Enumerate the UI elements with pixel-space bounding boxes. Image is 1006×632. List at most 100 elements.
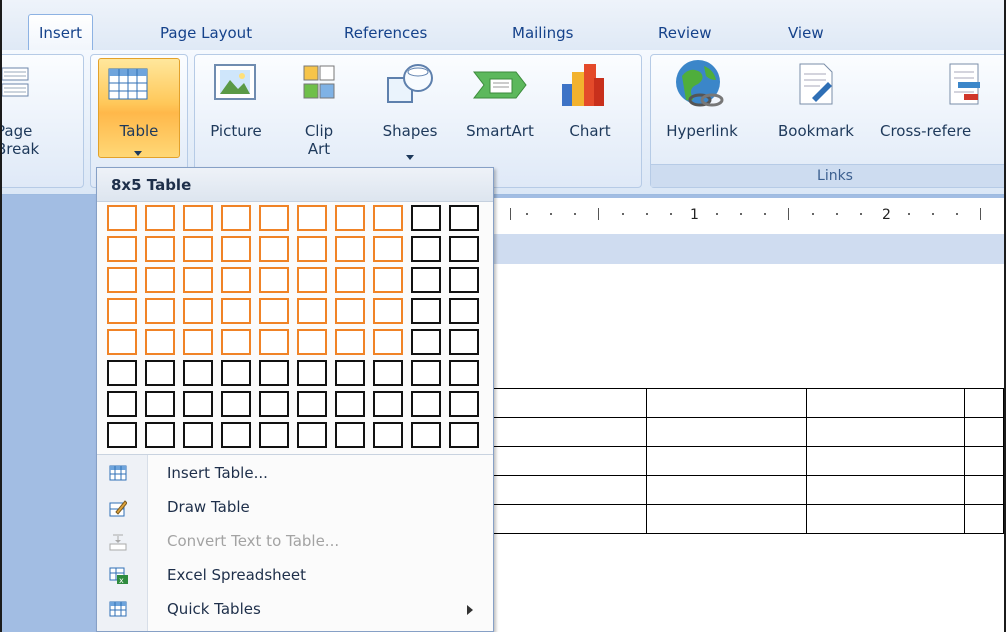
- bookmark-button[interactable]: Bookmark: [768, 122, 864, 140]
- grid-cell[interactable]: [449, 329, 479, 355]
- grid-cell[interactable]: [259, 360, 289, 386]
- grid-cell[interactable]: [411, 391, 441, 417]
- grid-cell[interactable]: [183, 360, 213, 386]
- grid-cell[interactable]: [297, 298, 327, 324]
- table-cell[interactable]: [964, 417, 1004, 447]
- tab-insert[interactable]: Insert: [28, 14, 94, 52]
- grid-cell[interactable]: [411, 298, 441, 324]
- grid-cell[interactable]: [449, 422, 479, 448]
- table-cell[interactable]: [964, 446, 1004, 476]
- tab-references[interactable]: References: [344, 23, 427, 43]
- table-cell[interactable]: [480, 388, 647, 418]
- table-size-grid[interactable]: [107, 205, 487, 449]
- grid-cell[interactable]: [145, 298, 175, 324]
- grid-cell[interactable]: [449, 267, 479, 293]
- menu-item-excel-spreadsheet[interactable]: x Excel Spreadsheet: [97, 559, 493, 593]
- cross-reference-button[interactable]: Cross-refere: [880, 122, 1004, 140]
- grid-cell[interactable]: [373, 422, 403, 448]
- grid-cell[interactable]: [335, 391, 365, 417]
- grid-cell[interactable]: [259, 422, 289, 448]
- chart-button[interactable]: Chart: [558, 122, 622, 140]
- grid-cell[interactable]: [259, 267, 289, 293]
- grid-cell[interactable]: [297, 360, 327, 386]
- grid-cell[interactable]: [373, 267, 403, 293]
- grid-cell[interactable]: [145, 360, 175, 386]
- grid-cell[interactable]: [183, 205, 213, 231]
- grid-cell[interactable]: [183, 329, 213, 355]
- table-cell[interactable]: [806, 504, 966, 534]
- grid-cell[interactable]: [221, 298, 251, 324]
- grid-cell[interactable]: [335, 329, 365, 355]
- grid-cell[interactable]: [221, 360, 251, 386]
- grid-cell[interactable]: [107, 391, 137, 417]
- menu-item-insert-table[interactable]: Insert Table...: [97, 457, 493, 491]
- grid-cell[interactable]: [373, 236, 403, 262]
- shapes-button[interactable]: Shapes: [372, 122, 448, 140]
- grid-cell[interactable]: [107, 360, 137, 386]
- grid-cell[interactable]: [259, 329, 289, 355]
- grid-cell[interactable]: [183, 298, 213, 324]
- grid-cell[interactable]: [221, 422, 251, 448]
- grid-cell[interactable]: [145, 236, 175, 262]
- page-break-button[interactable]: Page Break: [2, 122, 66, 158]
- grid-cell[interactable]: [221, 267, 251, 293]
- grid-cell[interactable]: [183, 267, 213, 293]
- grid-cell[interactable]: [107, 298, 137, 324]
- grid-cell[interactable]: [373, 205, 403, 231]
- grid-cell[interactable]: [183, 422, 213, 448]
- tab-view[interactable]: View: [788, 23, 824, 43]
- table-cell[interactable]: [480, 446, 647, 476]
- tab-mailings[interactable]: Mailings: [512, 23, 573, 43]
- grid-cell[interactable]: [107, 267, 137, 293]
- table-cell[interactable]: [645, 504, 808, 534]
- menu-item-convert-text-to-table[interactable]: Convert Text to Table...: [97, 525, 493, 559]
- tab-page-layout[interactable]: Page Layout: [160, 23, 252, 43]
- grid-cell[interactable]: [335, 236, 365, 262]
- grid-cell[interactable]: [221, 236, 251, 262]
- grid-cell[interactable]: [373, 391, 403, 417]
- grid-cell[interactable]: [107, 205, 137, 231]
- picture-button[interactable]: Picture: [202, 122, 270, 140]
- grid-cell[interactable]: [107, 422, 137, 448]
- grid-cell[interactable]: [411, 422, 441, 448]
- grid-cell[interactable]: [259, 205, 289, 231]
- table-cell[interactable]: [645, 446, 808, 476]
- table-cell[interactable]: [480, 504, 647, 534]
- table-cell[interactable]: [806, 417, 966, 447]
- grid-cell[interactable]: [297, 391, 327, 417]
- table-cell[interactable]: [645, 388, 808, 418]
- ruler-indent-marker[interactable]: [510, 208, 511, 220]
- grid-cell[interactable]: [449, 236, 479, 262]
- grid-cell[interactable]: [335, 422, 365, 448]
- grid-cell[interactable]: [221, 205, 251, 231]
- grid-cell[interactable]: [221, 329, 251, 355]
- grid-cell[interactable]: [411, 267, 441, 293]
- grid-cell[interactable]: [259, 391, 289, 417]
- clip-art-button[interactable]: Clip Art: [296, 122, 342, 158]
- grid-cell[interactable]: [145, 422, 175, 448]
- grid-cell[interactable]: [297, 267, 327, 293]
- grid-cell[interactable]: [335, 267, 365, 293]
- table-cell[interactable]: [480, 475, 647, 505]
- table-cell[interactable]: [806, 388, 966, 418]
- grid-cell[interactable]: [411, 360, 441, 386]
- grid-cell[interactable]: [411, 205, 441, 231]
- smartart-button[interactable]: SmartArt: [454, 122, 546, 140]
- grid-cell[interactable]: [449, 205, 479, 231]
- table-cell[interactable]: [645, 475, 808, 505]
- table-cell[interactable]: [964, 475, 1004, 505]
- grid-cell[interactable]: [411, 329, 441, 355]
- grid-cell[interactable]: [259, 298, 289, 324]
- grid-cell[interactable]: [411, 236, 441, 262]
- grid-cell[interactable]: [183, 236, 213, 262]
- grid-cell[interactable]: [145, 329, 175, 355]
- grid-cell[interactable]: [373, 298, 403, 324]
- document-table[interactable]: [480, 388, 1004, 534]
- grid-cell[interactable]: [335, 205, 365, 231]
- table-cell[interactable]: [964, 388, 1004, 418]
- grid-cell[interactable]: [335, 360, 365, 386]
- grid-cell[interactable]: [107, 236, 137, 262]
- grid-cell[interactable]: [259, 236, 289, 262]
- grid-cell[interactable]: [449, 391, 479, 417]
- grid-cell[interactable]: [335, 298, 365, 324]
